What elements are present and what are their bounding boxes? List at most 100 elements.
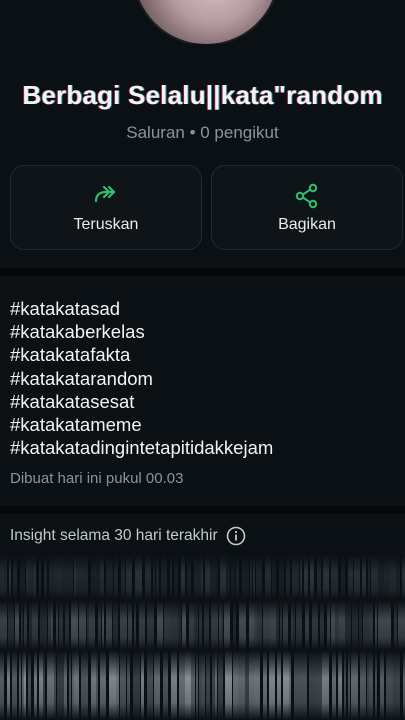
blur-streak: [178, 600, 181, 650]
blur-streak: [380, 650, 384, 720]
blur-streak: [225, 650, 232, 720]
blur-streak: [76, 555, 83, 600]
blur-streak: [375, 650, 377, 720]
post-line: #katakatasad: [10, 298, 121, 319]
channel-avatar[interactable]: [134, 0, 278, 44]
blur-streak: [263, 600, 270, 650]
share-button[interactable]: Bagikan: [211, 165, 403, 250]
blur-streak: [154, 650, 160, 720]
post-line: #katakatasesat: [10, 390, 135, 412]
blur-streak: [196, 650, 198, 720]
blur-streak: [257, 600, 262, 650]
blur-streak: [120, 650, 126, 720]
blur-streak: [389, 555, 396, 600]
blur-streak: [233, 600, 236, 650]
blur-streak: [289, 650, 291, 720]
blur-streak: [322, 650, 329, 720]
blur-streak: [253, 555, 255, 600]
blur-streak: [371, 555, 378, 600]
blur-streak: [134, 600, 136, 650]
blur-streak: [171, 650, 177, 720]
blur-streak: [236, 555, 239, 600]
blur-streak: [269, 650, 275, 720]
blur-streak: [79, 600, 86, 650]
blur-streak: [34, 555, 36, 600]
blur-streak: [312, 600, 318, 650]
blur-streak: [34, 650, 37, 720]
blur-streak: [163, 650, 168, 720]
post-line: #katakatafakta: [10, 344, 131, 366]
blur-streak: [59, 600, 63, 650]
blur-streak: [182, 600, 186, 650]
blur-streak: [351, 650, 358, 720]
blur-streak: [9, 555, 11, 600]
blur-streak: [256, 555, 262, 600]
channel-post[interactable]: #katakatasad #katakaberkelas #katakatafa…: [10, 297, 400, 459]
blur-streak: [19, 650, 21, 720]
blur-streak: [300, 555, 302, 600]
blur-streak: [67, 555, 73, 600]
forward-label: Teruskan: [73, 216, 139, 233]
blur-streak: [216, 600, 218, 650]
blur-streak: [254, 650, 260, 720]
blur-streak: [64, 650, 67, 720]
forward-icon: [11, 183, 201, 207]
blur-streak: [348, 650, 350, 720]
blur-streak: [13, 555, 17, 600]
blur-streak: [301, 650, 307, 720]
info-icon[interactable]: [226, 526, 246, 546]
section-divider: [0, 506, 405, 514]
blur-streak: [194, 600, 198, 650]
blur-streak: [331, 555, 338, 600]
blur-streak: [344, 650, 346, 720]
blur-streak: [317, 555, 321, 600]
blur-streak: [153, 555, 155, 600]
blur-streak: [276, 600, 279, 650]
blur-streak: [54, 650, 56, 720]
blur-streak: [56, 600, 58, 650]
blur-streak: [352, 600, 358, 650]
blur-streak: [294, 650, 301, 720]
blur-streak: [206, 650, 210, 720]
blur-streak: [47, 650, 54, 720]
blur-streak: [265, 555, 271, 600]
blur-streak: [187, 555, 191, 600]
blur-streak: [368, 555, 370, 600]
section-divider: [0, 268, 405, 276]
blur-streak: [0, 600, 7, 650]
blur-streak: [116, 650, 119, 720]
post-line: #katakatarandom: [10, 367, 153, 389]
blur-streak: [277, 650, 281, 720]
blur-streak: [164, 600, 171, 650]
blur-streak: [293, 600, 295, 650]
blur-streak: [141, 650, 144, 720]
blur-streak: [272, 555, 276, 600]
blur-streak: [283, 600, 288, 650]
share-label: Bagikan: [278, 216, 336, 233]
blur-streak: [170, 555, 172, 600]
blur-streak: [231, 555, 235, 600]
blur-streak: [281, 555, 284, 600]
blur-streak: [44, 555, 47, 600]
blur-streak: [15, 600, 19, 650]
blur-streak: [40, 600, 47, 650]
share-icon: [212, 183, 402, 209]
blur-streak: [156, 555, 159, 600]
blur-streak: [71, 600, 78, 650]
blur-streak: [393, 650, 400, 720]
blur-streak: [39, 555, 41, 600]
blur-streak: [250, 555, 252, 600]
blur-streak: [4, 555, 7, 600]
blur-streak: [24, 600, 27, 650]
blur-streak: [43, 650, 45, 720]
blur-streak: [191, 650, 195, 720]
blur-streak: [106, 600, 112, 650]
blur-streak: [106, 555, 113, 600]
blur-streak: [239, 600, 246, 650]
forward-button[interactable]: Teruskan: [10, 165, 202, 250]
blur-streak: [369, 650, 373, 720]
blur-streak: [194, 555, 201, 600]
blur-streak: [171, 600, 178, 650]
blur-streak: [386, 650, 393, 720]
blur-streak: [161, 555, 167, 600]
